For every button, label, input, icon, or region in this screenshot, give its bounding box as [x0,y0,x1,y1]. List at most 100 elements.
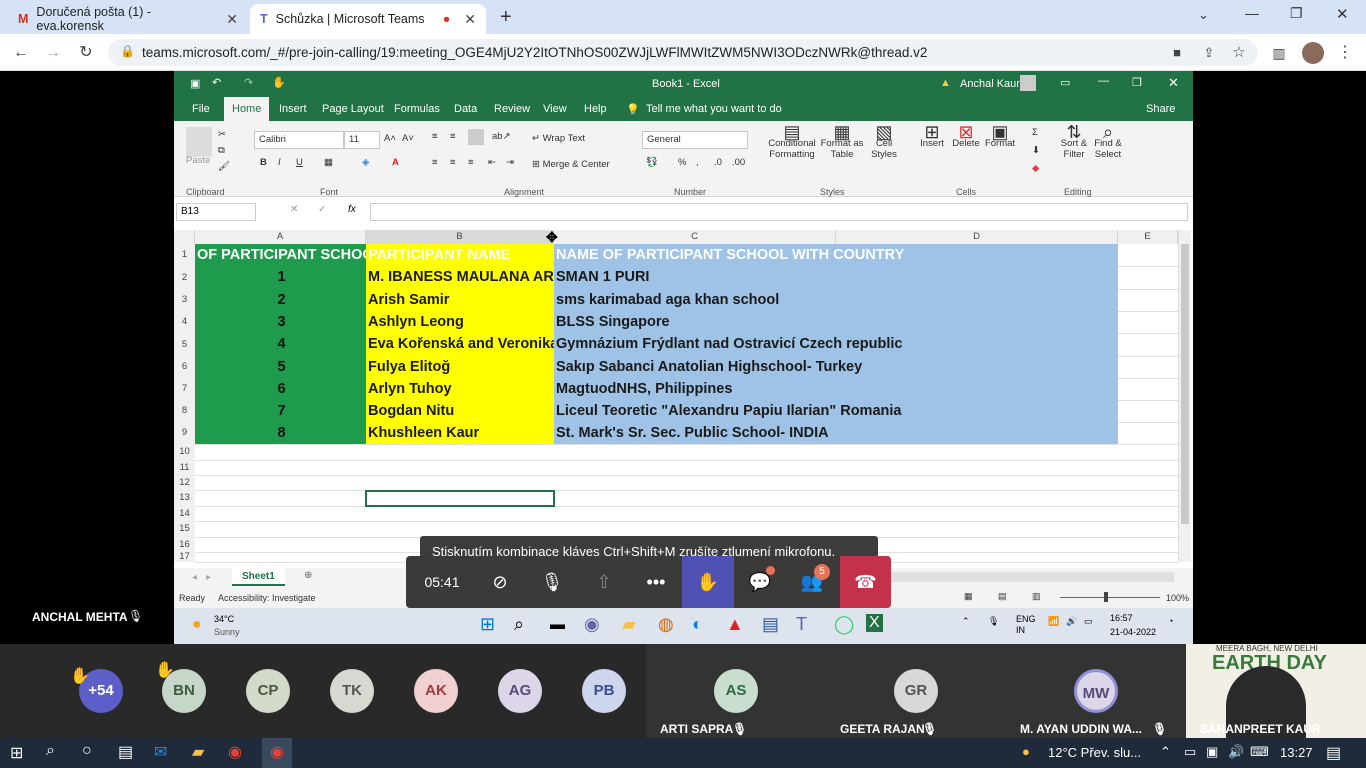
autosum-icon[interactable]: Σ [1032,127,1038,138]
edge-icon[interactable]: ◐ [692,614,703,635]
row-header[interactable]: 16 [174,537,195,552]
participants-button[interactable]: 👥 [786,556,838,608]
column-header-e[interactable]: E [1118,230,1178,244]
chat-icon[interactable]: ◉ [584,614,600,635]
word-icon[interactable]: ▤ [762,614,779,635]
comma-icon[interactable]: , [696,157,699,168]
page-layout-icon[interactable]: ▤ [998,591,1007,602]
row-header[interactable]: 17 [174,552,195,562]
increase-font-icon[interactable]: A˄ [384,133,396,144]
cortana-icon[interactable]: ○ [82,742,92,760]
prev-sheet-icon[interactable]: ◂ [192,572,197,583]
volume-icon[interactable]: 🔊 [1228,744,1244,760]
tab-page-layout[interactable]: Page Layout [322,103,384,115]
italic-icon[interactable]: I [278,157,281,168]
tab-review[interactable]: Review [494,103,530,115]
copy-icon[interactable]: ⧉ [218,145,225,156]
tab-mail[interactable]: M Doručená pošta (1) - eva.korensk ✕ [8,4,248,34]
tab-help[interactable]: Help [584,103,607,115]
excel-minimize-icon[interactable]: — [1098,75,1109,87]
row-header[interactable]: 4 [174,311,195,333]
cancel-icon[interactable]: ✕ [290,204,298,215]
zoom-slider-thumb[interactable] [1104,592,1108,602]
row-header[interactable]: 3 [174,289,195,311]
decrease-decimal-icon[interactable]: .00 [732,157,745,168]
fill-icon[interactable]: ⬇ [1032,145,1040,156]
file-explorer-icon[interactable]: ▰ [192,742,204,762]
tab-teams[interactable]: T Schůzka | Microsoft Teams ● ✕ [250,4,486,34]
school-cell[interactable]: SMAN 1 PURI [554,266,1118,289]
search-icon[interactable]: ⌕ [514,614,524,635]
menu-icon[interactable]: ⋮ [1334,42,1356,64]
language-indicator[interactable]: ENG IN [1016,614,1036,636]
tab-view[interactable]: View [543,103,567,115]
participant-tile-active[interactable]: MW M. AYAN UDDIN WA... 🎙 [1006,644,1186,738]
tray-mic-muted-icon[interactable]: 🎙 [988,616,999,627]
participant-avatar[interactable]: TK [330,669,374,713]
bookmark-star-icon[interactable]: ☆ [1228,42,1250,64]
serial-cell[interactable]: 5 [195,356,366,378]
formula-input[interactable] [370,203,1188,221]
align-center-icon[interactable]: ≡ [450,157,456,168]
minimize-icon[interactable]: — [1245,5,1259,21]
participant-tile[interactable]: GR GEETA RAJAN 🎙 [826,644,1006,738]
action-center-icon[interactable]: ▤ [1326,743,1341,763]
align-left-icon[interactable]: ≡ [432,157,438,168]
school-cell[interactable]: BLSS Singapore [554,311,1118,333]
forward-icon[interactable]: → [42,42,64,64]
row-header[interactable]: 7 [174,378,195,400]
row-header[interactable]: 9 [174,422,195,444]
raise-hand-button[interactable]: ✋ [682,556,734,608]
acrobat-icon[interactable]: ▲ [726,614,744,635]
participant-avatar[interactable]: PB [582,669,626,713]
sort-filter-button[interactable]: ⇅ Sort & Filter [1058,123,1090,160]
row-header[interactable]: 11 [174,460,195,475]
column-header-a[interactable]: A [195,230,366,244]
serial-cell[interactable]: 7 [195,400,366,422]
address-bar[interactable]: 🔒 teams.microsoft.com/_#/pre-join-callin… [108,39,1258,66]
undo-icon[interactable]: ↶ [212,76,221,89]
tray-overflow-icon[interactable]: ⌃ [1160,744,1171,760]
borders-icon[interactable]: ▦ [324,157,333,168]
align-middle-icon[interactable]: ≡ [450,131,456,142]
school-cell[interactable]: sms karimabad aga khan school [554,289,1118,311]
firefox-icon[interactable]: ◍ [658,614,674,635]
close-tab-icon[interactable]: ✕ [464,11,476,28]
excel-restore-icon[interactable]: ❐ [1132,76,1142,89]
align-bottom-icon[interactable] [468,129,484,145]
file-explorer-icon[interactable]: ▰ [622,614,636,635]
wrap-text-button[interactable]: ↵ Wrap Text [532,133,585,144]
chat-button[interactable]: 💬 [734,556,786,608]
decrease-font-icon[interactable]: A˅ [402,133,414,144]
decrease-indent-icon[interactable]: ⇤ [488,157,496,168]
participant-tile[interactable]: AS ARTI SAPRA 🎙 [646,644,826,738]
font-name-select[interactable]: Calibri [254,131,344,149]
participant-video-tile[interactable]: MEERA BAGH, NEW DELHI EARTH DAY SARANPRE… [1186,644,1366,738]
zoom-slider[interactable] [1060,597,1160,598]
row-header[interactable]: 5 [174,333,195,356]
scroll-thumb[interactable] [1181,244,1189,524]
delete-cells-button[interactable]: ⊠ Delete [948,123,984,149]
share-button[interactable]: Share [1146,103,1175,115]
participant-avatar[interactable]: CP [246,669,290,713]
battery-icon[interactable]: ▭ [1184,744,1196,760]
taskbar-weather[interactable]: 12°C Přev. slu... [1048,745,1141,760]
excel-app-icon[interactable]: X [866,614,883,632]
profile-avatar[interactable] [1302,42,1324,64]
page-break-icon[interactable]: ▥ [1032,591,1041,602]
tab-search-icon[interactable]: ⌄ [1198,7,1209,23]
tray-overflow-icon[interactable]: ⌃ [962,616,970,627]
row-header[interactable]: 1 [174,244,195,266]
camera-off-button[interactable]: ⊘ [474,556,526,608]
sheet-tab-sheet1[interactable]: Sheet1 [232,568,285,586]
conditional-formatting-button[interactable]: ▤ Conditional Formatting [764,123,820,160]
selected-cell-b13[interactable] [365,490,555,507]
serial-cell[interactable]: 8 [195,422,366,444]
leave-call-button[interactable]: ☎ [840,556,891,608]
back-icon[interactable]: ← [10,42,32,64]
start-icon[interactable]: ⊞ [10,743,23,763]
mail-icon[interactable]: ✉ [154,742,167,762]
clock-time[interactable]: 16:57 [1110,613,1133,623]
find-select-button[interactable]: ⌕ Find & Select [1092,123,1124,160]
row-header[interactable]: 2 [174,266,195,289]
